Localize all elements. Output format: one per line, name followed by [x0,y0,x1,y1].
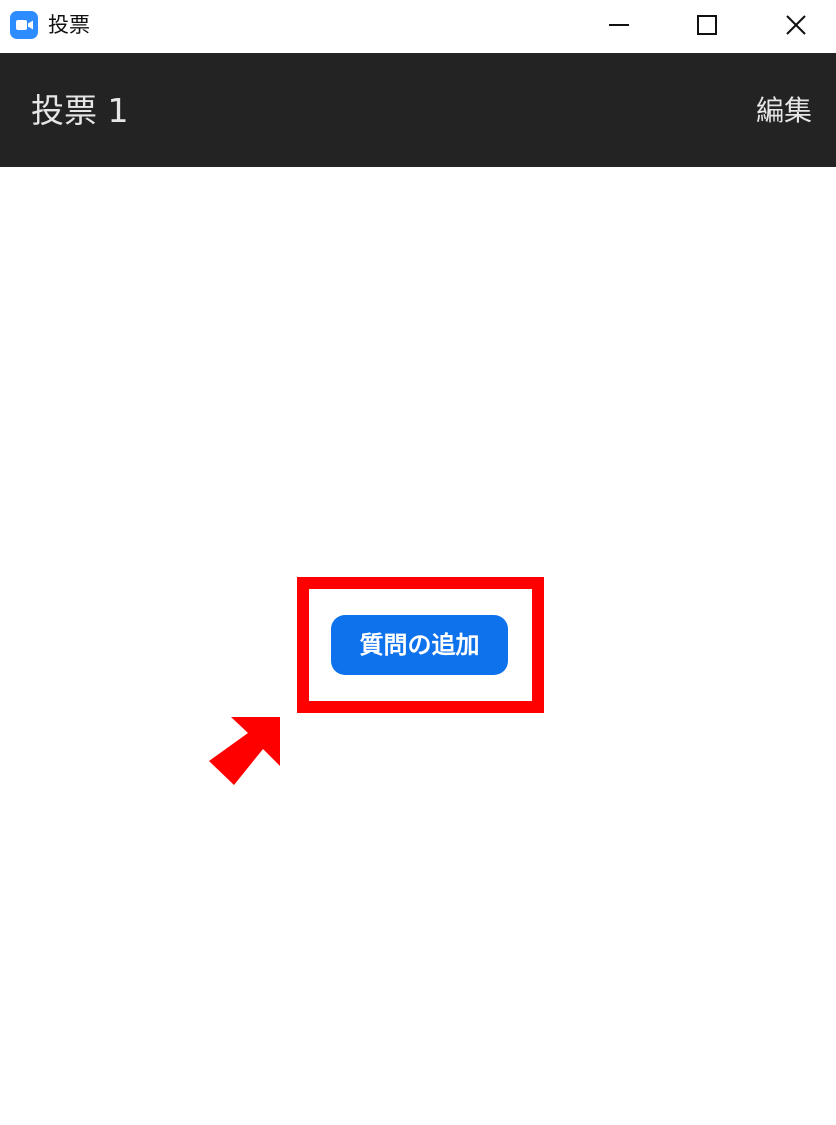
poll-window: 投票 投票 1 編集 質問の追加 [0,0,836,1125]
close-icon [786,15,806,35]
minimize-button[interactable] [589,0,649,50]
maximize-button[interactable] [677,0,737,50]
zoom-camera-icon [10,11,38,39]
title-bar: 投票 [0,0,836,53]
maximize-icon [697,15,717,35]
add-question-button[interactable]: 質問の追加 [331,615,508,675]
minimize-icon [609,24,629,26]
close-button[interactable] [766,0,826,50]
window-title: 投票 [48,13,90,37]
poll-header: 投票 1 編集 [0,53,836,167]
poll-title: 投票 1 [31,91,129,130]
edit-button[interactable]: 編集 [756,91,812,131]
pointing-arrow-icon [209,717,280,785]
